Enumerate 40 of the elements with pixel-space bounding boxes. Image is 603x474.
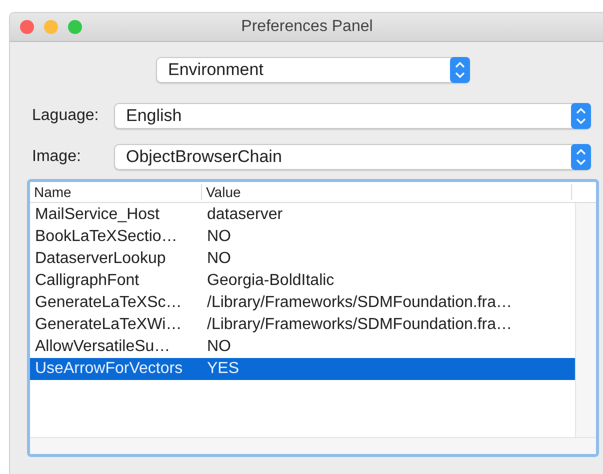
table-cell-text: /Library/Frameworks/SDMFoundation.fra… [206, 294, 513, 312]
table-cell-text: AllowVersatileSu… [34, 338, 172, 356]
table-row[interactable]: GenerateLaTeXSc… /Library/Frameworks/SDMFoundation.fra… [30, 292, 575, 314]
table-cell-text: CalligraphFont [34, 272, 140, 290]
field-label: Laguage: [31, 107, 100, 125]
table-row[interactable]: CalligraphFont Georgia-BoldItalic [30, 270, 575, 292]
popup-button[interactable]: Environment [156, 57, 470, 83]
table-row[interactable]: DataserverLookup NO [30, 248, 575, 270]
table-row[interactable]: MailService_Host dataserver [30, 204, 575, 226]
popup-button[interactable]: English [114, 103, 591, 129]
table-cell-text: NO [206, 228, 232, 246]
table-cell-text: /Library/Frameworks/SDMFoundation.fra… [206, 316, 513, 334]
table-cell-text: NO [206, 250, 232, 268]
popup-button[interactable]: ObjectBrowserChain [114, 144, 591, 170]
table-row[interactable]: GenerateLaTeXWi… /Library/Frameworks/SDMFoundation.fra… [30, 314, 575, 336]
field-label: Image: [31, 148, 82, 166]
table-cell-text: Georgia-BoldItalic [206, 272, 336, 290]
column-header[interactable]: Name [30, 184, 202, 200]
minimize-button[interactable] [44, 20, 58, 34]
table-cell-text: dataserver [206, 206, 284, 224]
table-cell-text: MailService_Host [34, 206, 160, 224]
table-cell-text: BookLaTeXSectio… [34, 228, 178, 246]
scroll-bar[interactable] [30, 437, 596, 454]
table-cell-text: GenerateLaTeXWi… [34, 316, 183, 334]
stepper-icon [571, 103, 591, 129]
table-cell-text: NO [206, 338, 232, 356]
stepper-icon [450, 57, 470, 83]
table-cell-text: DataserverLookup [34, 250, 167, 268]
table-row[interactable]: BookLaTeXSectio… NO [30, 226, 575, 248]
zoom-button[interactable] [68, 20, 82, 34]
scroll-bar[interactable] [575, 203, 596, 437]
window-title: Preferences Panel [241, 18, 373, 36]
table-cell-text: GenerateLaTeXSc… [34, 294, 183, 312]
stepper-icon [571, 144, 591, 170]
table-cell-text: UseArrowForVectors [34, 360, 184, 378]
table-row[interactable]: UseArrowForVectors YES [30, 358, 575, 380]
table-cell-text: YES [206, 360, 240, 378]
column-header[interactable]: Value [202, 184, 572, 200]
table-row[interactable]: AllowVersatileSu… NO [30, 336, 575, 358]
close-button[interactable] [20, 20, 34, 34]
